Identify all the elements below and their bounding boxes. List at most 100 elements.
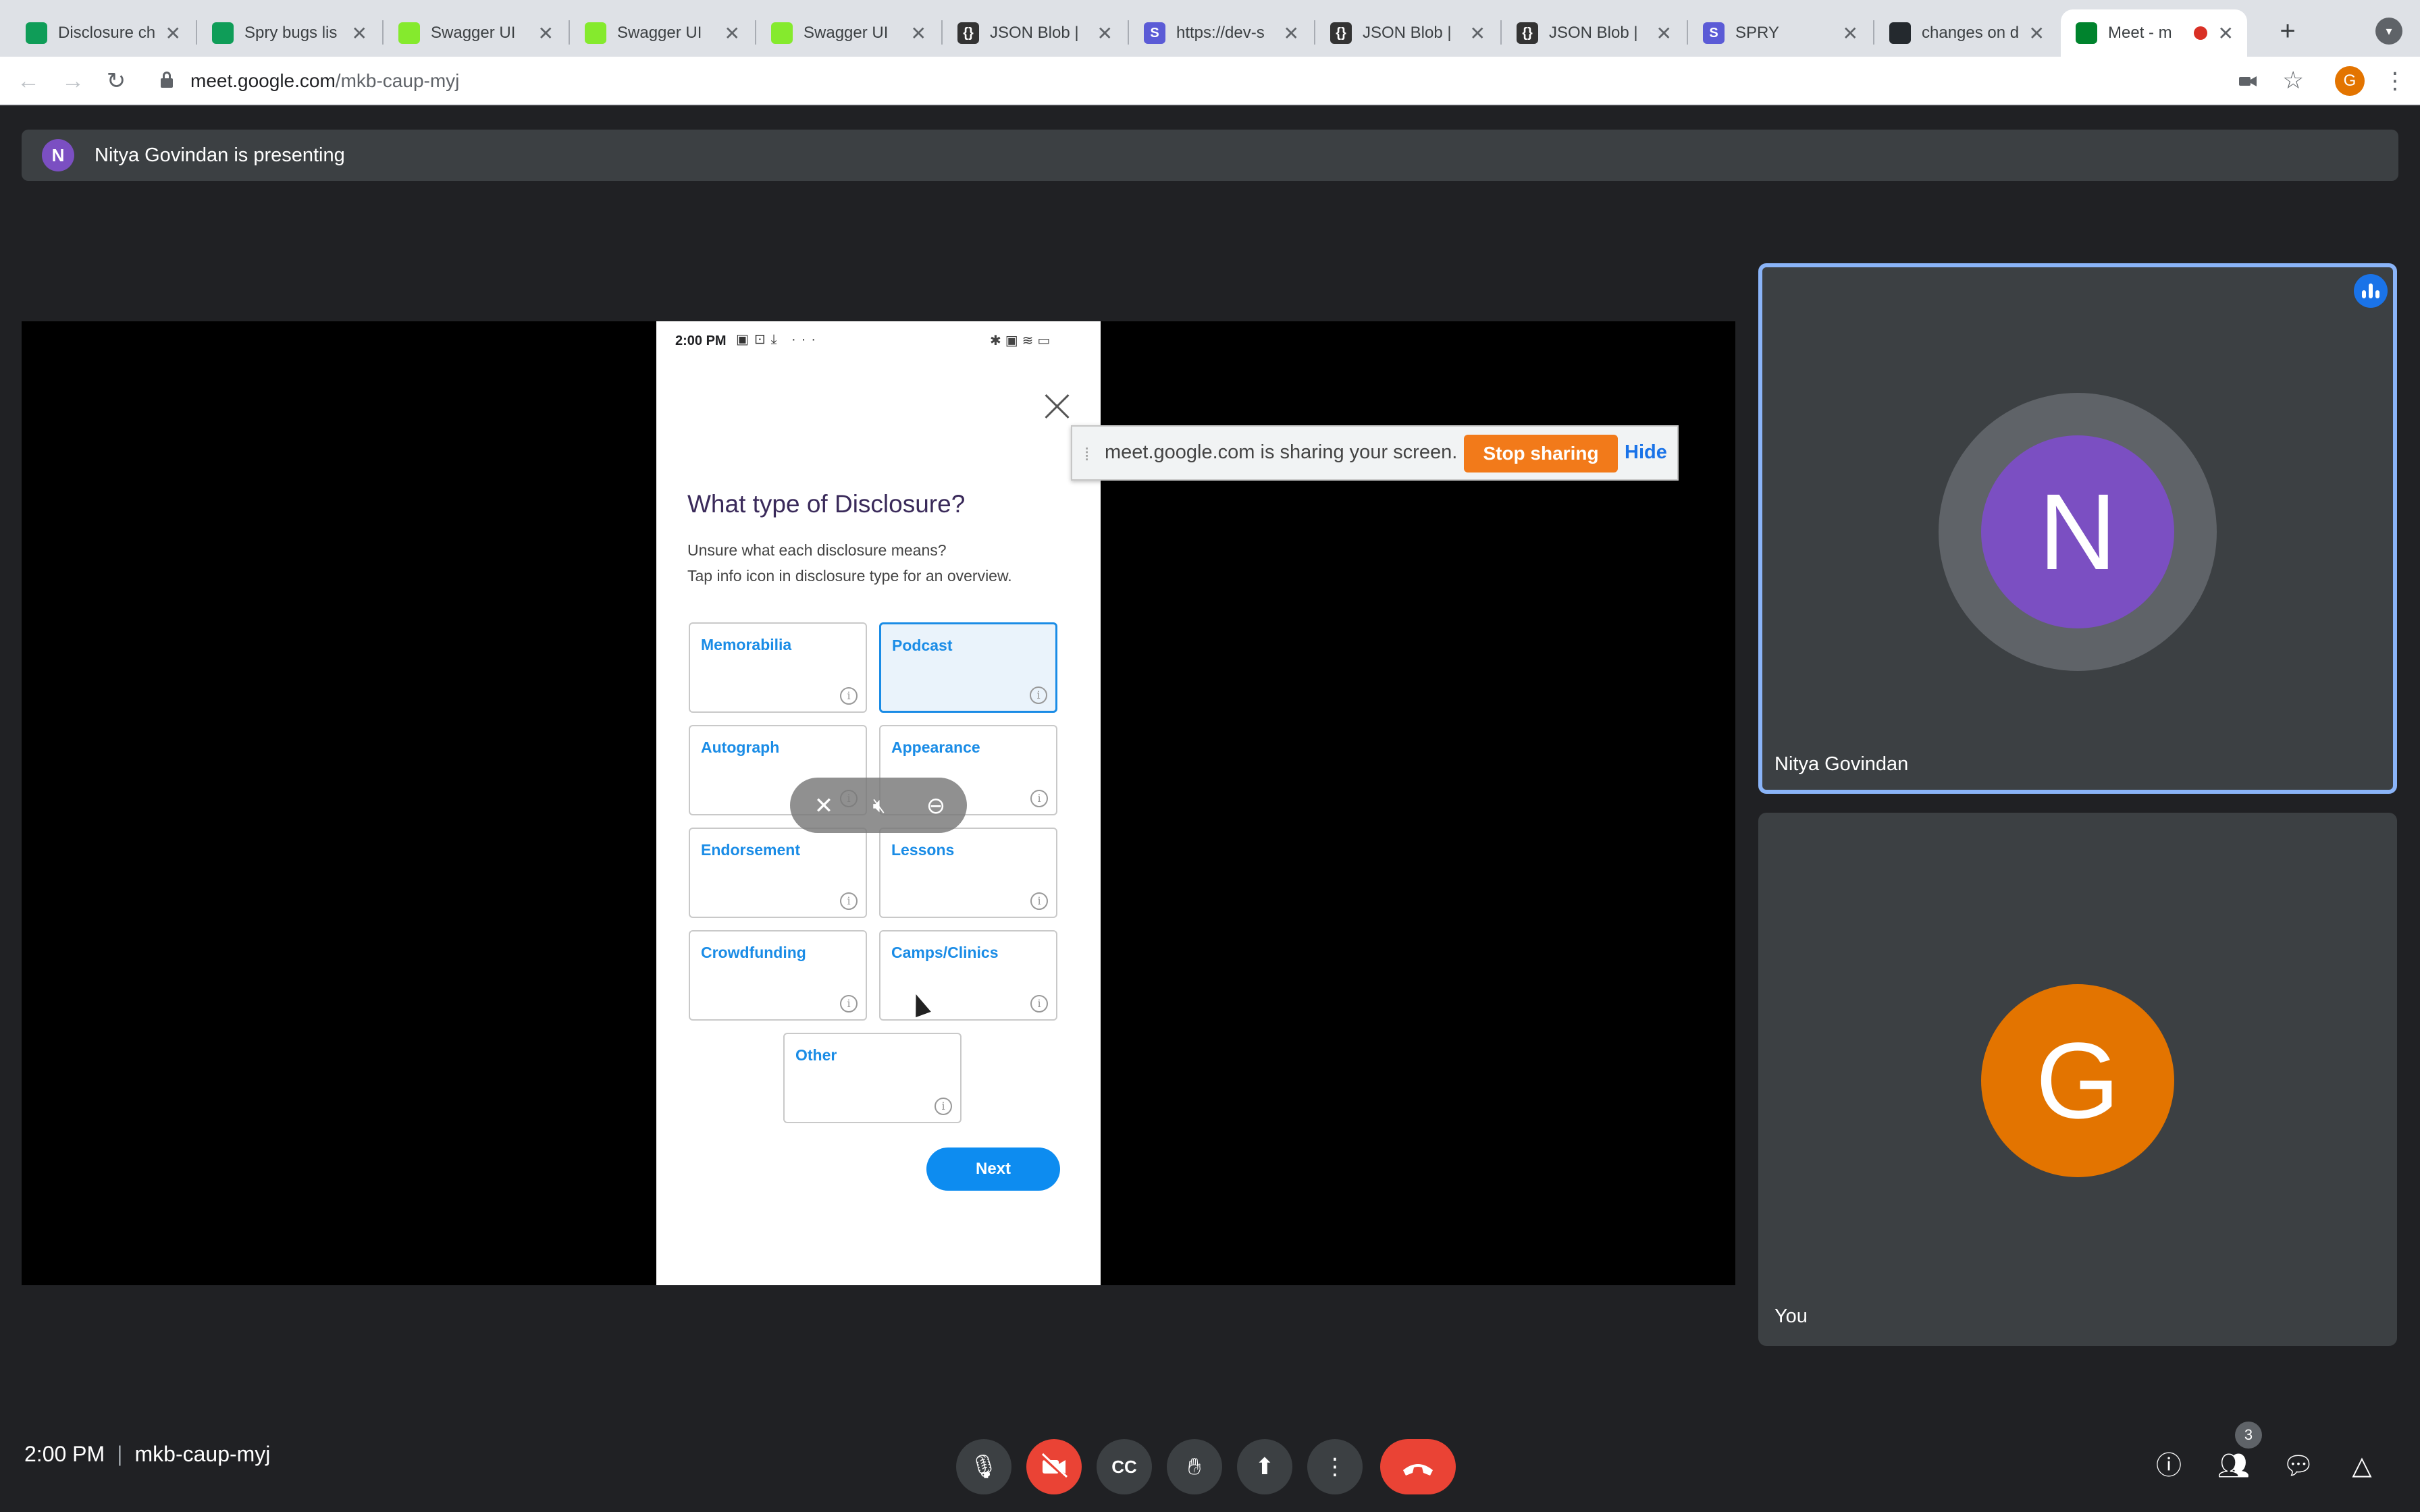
close-tab-icon[interactable]: ✕ bbox=[1470, 22, 1485, 45]
browser-tab[interactable]: changes on d ✕ bbox=[1874, 9, 2058, 57]
close-tab-icon[interactable]: ✕ bbox=[1843, 22, 1858, 45]
people-button[interactable]: 👥︎ bbox=[2212, 1444, 2255, 1488]
present-screen-icon: ⬆ bbox=[1255, 1454, 1275, 1480]
stop-sharing-button[interactable]: Stop sharing bbox=[1464, 435, 1618, 473]
browser-tab[interactable]: Swagger UI ✕ bbox=[384, 9, 567, 57]
tab-separator bbox=[1128, 20, 1129, 45]
reload-button[interactable]: ↻ bbox=[101, 66, 131, 96]
remove-icon[interactable]: ⊖ bbox=[921, 791, 951, 821]
tab-title: JSON Blob | bbox=[1549, 24, 1638, 42]
disclosure-option-card[interactable]: Endorsement i bbox=[689, 828, 867, 918]
activities-button[interactable]: △ bbox=[2340, 1444, 2384, 1488]
tab-separator bbox=[1500, 20, 1502, 45]
disclosure-subtitle-1: Unsure what each disclosure means? bbox=[687, 541, 947, 559]
arrow-right-icon: → bbox=[61, 68, 84, 94]
participant-tile-nitya[interactable]: N Nitya Govindan bbox=[1758, 263, 2397, 794]
profile-avatar[interactable]: G bbox=[2335, 66, 2365, 96]
close-tab-icon[interactable]: ✕ bbox=[2218, 22, 2234, 45]
tab-search-button[interactable]: ▾ bbox=[2375, 18, 2402, 45]
json-blob-icon: {} bbox=[1330, 22, 1352, 44]
bookmark-star-icon[interactable]: ☆ bbox=[2282, 66, 2304, 94]
disclosure-option-card[interactable]: Crowdfunding i bbox=[689, 930, 867, 1021]
browser-tab[interactable]: Meet - m ✕ bbox=[2061, 9, 2247, 57]
captions-button[interactable]: CC bbox=[1097, 1439, 1152, 1494]
drag-handle-icon[interactable]: ⁞ bbox=[1084, 444, 1091, 464]
browser-tab[interactable]: {} JSON Blob | ✕ bbox=[1315, 9, 1499, 57]
raise-hand-button[interactable]: ✋︎ bbox=[1167, 1439, 1222, 1494]
browser-tab[interactable]: S SPRY ✕ bbox=[1688, 9, 1872, 57]
chat-button[interactable]: 💬︎ bbox=[2277, 1444, 2320, 1488]
close-tab-icon[interactable]: ✕ bbox=[1097, 22, 1113, 45]
close-tab-icon[interactable]: ✕ bbox=[911, 22, 926, 45]
disclosure-option-label: Other bbox=[795, 1046, 837, 1064]
browser-tab[interactable]: Swagger UI ✕ bbox=[756, 9, 940, 57]
participant-name: Nitya Govindan bbox=[1774, 753, 1909, 775]
back-button[interactable]: ← bbox=[14, 66, 43, 96]
camera-button[interactable] bbox=[1026, 1439, 1082, 1494]
disclosure-option-label: Appearance bbox=[891, 738, 980, 756]
more-options-button[interactable]: ⋮ bbox=[1307, 1439, 1363, 1494]
disclosure-option-label: Camps/Clinics bbox=[891, 944, 999, 961]
disclosure-option-card[interactable]: Camps/Clinics i bbox=[879, 930, 1057, 1021]
info-icon[interactable]: i bbox=[1030, 995, 1048, 1013]
browser-tab[interactable]: {} JSON Blob | ✕ bbox=[1502, 9, 1685, 57]
browser-tab[interactable]: Disclosure ch ✕ bbox=[11, 9, 194, 57]
more-vert-icon: ⋮ bbox=[1323, 1454, 1346, 1480]
microphone-button[interactable]: 🎙︎ bbox=[956, 1439, 1011, 1494]
closed-captions-icon: CC bbox=[1111, 1457, 1137, 1477]
close-tab-icon[interactable]: ✕ bbox=[725, 22, 740, 45]
mute-icon[interactable]: 🔇︎ bbox=[864, 791, 894, 821]
next-button[interactable]: Next bbox=[926, 1148, 1060, 1191]
unpin-icon[interactable]: ✕ bbox=[809, 791, 839, 821]
browser-tab[interactable]: Shttps://dev-s ✕ bbox=[1129, 9, 1313, 57]
info-icon[interactable]: i bbox=[1030, 686, 1047, 704]
lock-icon[interactable] bbox=[161, 72, 173, 89]
close-icon[interactable] bbox=[1043, 392, 1072, 421]
close-tab-icon[interactable]: ✕ bbox=[538, 22, 554, 45]
presentation-overlay-controls: ✕ 🔇︎ ⊖ bbox=[790, 778, 967, 833]
chevron-down-icon: ▾ bbox=[2386, 24, 2392, 38]
info-icon[interactable]: i bbox=[1030, 892, 1048, 910]
meeting-details-button[interactable]: ⓘ bbox=[2147, 1444, 2190, 1488]
disclosure-option-card[interactable]: Memorabilia i bbox=[689, 622, 867, 713]
disclosure-option-card[interactable]: Podcast i bbox=[879, 622, 1057, 713]
info-icon[interactable]: i bbox=[840, 687, 858, 705]
meeting-time: 2:00 PM bbox=[24, 1442, 105, 1466]
meeting-code: mkb-caup-myj bbox=[134, 1442, 271, 1466]
info-icon[interactable]: i bbox=[840, 892, 858, 910]
browser-tab[interactable]: {} JSON Blob | ✕ bbox=[943, 9, 1126, 57]
forward-button[interactable]: → bbox=[58, 66, 88, 96]
present-button[interactable]: ⬆ bbox=[1237, 1439, 1292, 1494]
info-icon[interactable]: i bbox=[840, 995, 858, 1013]
info-icon[interactable]: i bbox=[1030, 790, 1048, 807]
close-tab-icon[interactable]: ✕ bbox=[2029, 22, 2045, 45]
presenting-banner: N Nitya Govindan is presenting bbox=[22, 130, 2398, 181]
disclosure-option-card[interactable]: Lessons i bbox=[879, 828, 1057, 918]
microphone-icon: 🎙︎ bbox=[969, 1454, 999, 1480]
disclosure-option-card[interactable]: Other i bbox=[783, 1033, 962, 1123]
close-tab-icon[interactable]: ✕ bbox=[1656, 22, 1672, 45]
tab-separator bbox=[382, 20, 384, 45]
new-tab-button[interactable]: + bbox=[2271, 15, 2304, 47]
json-blob-icon: {} bbox=[1517, 22, 1538, 44]
close-tab-icon[interactable]: ✕ bbox=[352, 22, 367, 45]
people-icon: 👥︎ bbox=[2217, 1452, 2251, 1480]
info-icon[interactable]: i bbox=[935, 1098, 952, 1115]
avatar: N bbox=[1981, 435, 2174, 628]
hide-button[interactable]: Hide bbox=[1625, 441, 1667, 464]
close-tab-icon[interactable]: ✕ bbox=[165, 22, 181, 45]
address-bar[interactable]: meet.google.com/mkb-caup-myj bbox=[190, 69, 459, 93]
leave-call-button[interactable] bbox=[1380, 1439, 1456, 1494]
swagger-icon bbox=[585, 22, 606, 44]
chat-icon: 💬︎ bbox=[2282, 1452, 2315, 1480]
browser-menu-button[interactable]: ⋮ bbox=[2384, 66, 2406, 96]
close-tab-icon[interactable]: ✕ bbox=[1284, 22, 1299, 45]
participant-tile-you[interactable]: G You bbox=[1758, 813, 2397, 1346]
hand-icon: ✋︎ bbox=[1188, 1454, 1201, 1480]
spry-icon: S bbox=[1703, 22, 1725, 44]
browser-tab[interactable]: Swagger UI ✕ bbox=[570, 9, 754, 57]
more-vert-icon: ⋮ bbox=[2384, 68, 2406, 94]
disclosure-option-label: Podcast bbox=[892, 637, 953, 654]
browser-tab[interactable]: Spry bugs lis ✕ bbox=[197, 9, 381, 57]
camera-in-use-icon[interactable] bbox=[2239, 72, 2257, 90]
